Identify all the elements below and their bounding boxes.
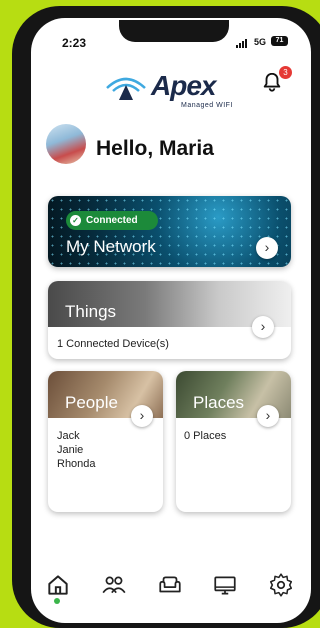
things-title: Things: [65, 302, 117, 321]
couch-icon[interactable]: [157, 572, 183, 598]
list-item: Rhonda: [57, 458, 96, 470]
active-tab-indicator: [54, 598, 60, 604]
connected-label: Connected: [86, 215, 138, 226]
my-network-title: My Network: [66, 237, 156, 256]
check-icon: ✓: [70, 215, 81, 226]
people-title: People: [65, 393, 118, 412]
connected-badge: ✓ Connected: [66, 211, 158, 230]
places-chevron-icon[interactable]: ›: [257, 405, 279, 427]
signal-icon: [236, 39, 247, 48]
battery-indicator: 71: [271, 36, 288, 46]
monitor-icon[interactable]: [212, 572, 238, 598]
things-subtitle: 1 Connected Device(s): [57, 338, 169, 350]
wifi-logo-icon: [106, 77, 146, 100]
places-title: Places: [193, 393, 245, 412]
my-network-chevron-icon[interactable]: ›: [256, 237, 278, 259]
phone-notch: [119, 20, 229, 42]
list-item: Jack: [57, 430, 80, 442]
greeting-text: Hello, Maria: [96, 137, 214, 160]
status-time: 2:23: [62, 36, 87, 50]
notification-badge: 3: [279, 66, 292, 79]
list-item: Janie: [57, 444, 84, 456]
apex-logo: Apex Managed WIFI: [103, 70, 235, 114]
home-icon[interactable]: [45, 572, 71, 598]
avatar[interactable]: [46, 124, 86, 164]
people-list: Jack Janie Rhonda: [57, 429, 96, 471]
things-chevron-icon[interactable]: ›: [252, 316, 274, 338]
logo-text: Apex: [151, 70, 216, 101]
places-subtitle: 0 Places: [184, 430, 227, 442]
network-type: 5G: [254, 37, 267, 47]
logo-subtitle: Managed WIFI: [181, 102, 233, 109]
people-chevron-icon[interactable]: ›: [131, 405, 153, 427]
settings-icon[interactable]: [268, 572, 294, 598]
people-icon[interactable]: [101, 572, 127, 598]
